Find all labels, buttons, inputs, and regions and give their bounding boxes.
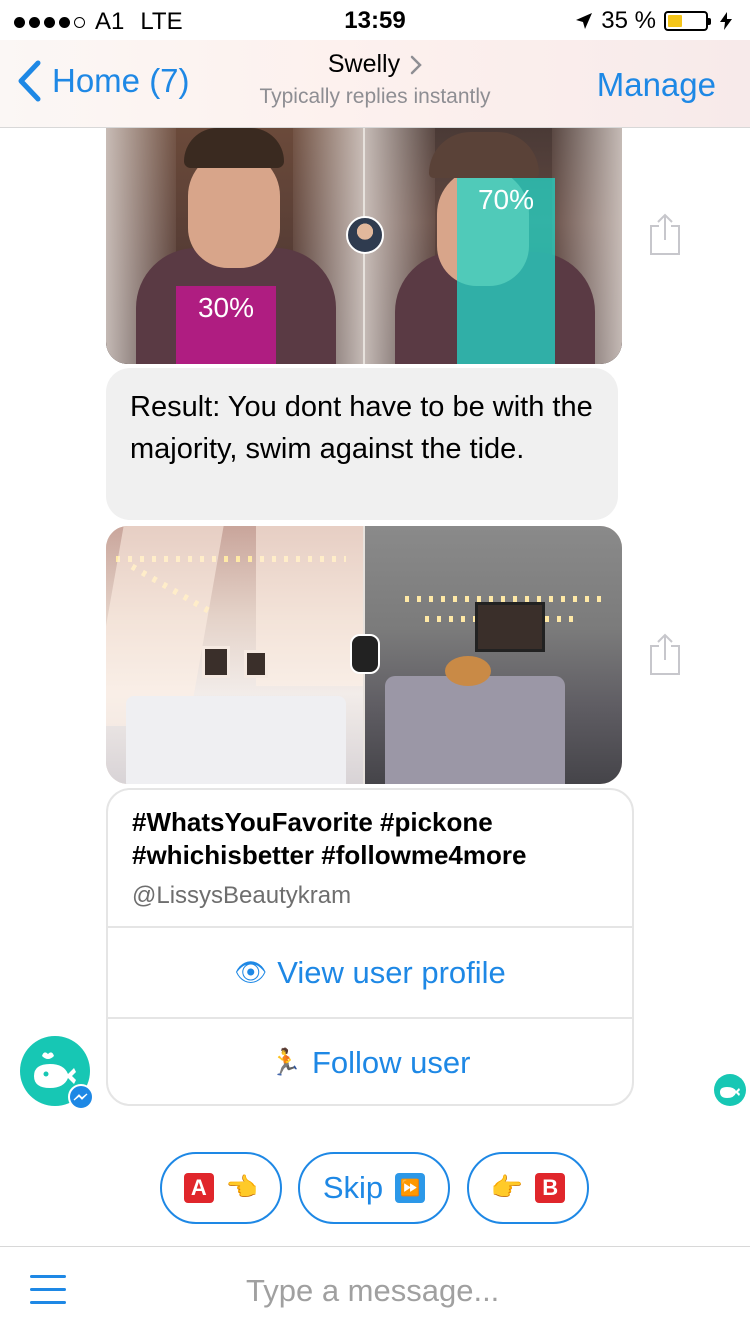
pointing-left-icon: 👈 [225, 1173, 259, 1203]
battery-icon [664, 11, 711, 31]
battery-percent: 35 % [601, 7, 656, 34]
seen-indicator-icon [714, 1074, 746, 1106]
back-label: Home (7) [52, 62, 190, 99]
share-icon[interactable] [648, 212, 682, 256]
navigation-bar: Home (7) Swelly Typically replies instan… [0, 40, 750, 128]
card-header: #WhatsYouFavorite #pickone #whichisbette… [108, 790, 632, 928]
back-button[interactable]: Home (7) [16, 60, 190, 102]
status-right: 35 % [575, 7, 732, 35]
quick-reply-a[interactable]: A 👈 [160, 1152, 282, 1224]
quick-reply-skip[interactable]: Skip ⏩ [298, 1152, 450, 1224]
share-icon[interactable] [648, 632, 682, 676]
quick-reply-b[interactable]: 👉 B [467, 1152, 589, 1224]
manage-button[interactable]: Manage [597, 66, 716, 104]
reply-status: Typically replies instantly [259, 85, 491, 108]
view-user-profile-button[interactable]: 👁 View user profile [108, 928, 632, 1017]
skip-label: Skip [322, 1170, 384, 1205]
card-tags-line-2: #whichisbetter #followme4more [132, 840, 527, 870]
follow-user-button[interactable]: 🏃 Follow user [108, 1017, 632, 1104]
message-bubble: Result: You dont have to be with the maj… [106, 368, 618, 520]
location-arrow-icon [576, 13, 593, 29]
eye-icon: 👁 [234, 957, 268, 988]
chevron-left-icon [18, 60, 41, 102]
comparison-image-rooms[interactable] [106, 526, 622, 784]
runner-icon: 🏃 [269, 1047, 302, 1078]
charging-bolt-icon [720, 12, 732, 30]
vote-percent-right: 70% [457, 178, 555, 364]
comparison-image-faces[interactable]: 30% 70% [106, 128, 622, 364]
card-tags-line-1: #WhatsYouFavorite #pickone [132, 807, 493, 837]
card-handle: @LissysBeautykram [132, 882, 352, 909]
left-photo [106, 526, 363, 784]
pointing-right-icon: 👉 [490, 1173, 524, 1203]
follow-user-label: Follow user [311, 1044, 471, 1080]
messenger-icon [68, 1084, 94, 1110]
menu-icon[interactable] [30, 1275, 66, 1305]
right-photo [365, 526, 622, 784]
letter-a-icon: A [183, 1173, 214, 1203]
letter-b-icon: B [535, 1173, 566, 1203]
avatar [350, 634, 380, 674]
page-title: Swelly [327, 50, 401, 78]
message-card: #WhatsYouFavorite #pickone #whichisbette… [106, 788, 634, 1106]
view-profile-label: View user profile [277, 954, 506, 990]
fast-forward-icon: ⏩ [395, 1173, 426, 1203]
chevron-right-icon [410, 55, 422, 74]
message-input[interactable]: Type a message... [246, 1273, 499, 1309]
vote-percent-left: 30% [176, 286, 276, 364]
message-composer: Type a message... [0, 1246, 750, 1334]
avatar [346, 216, 384, 254]
conversation-title[interactable]: Swelly Typically replies instantly [200, 50, 550, 109]
status-bar: A1 LTE 13:59 35 % [0, 0, 750, 40]
